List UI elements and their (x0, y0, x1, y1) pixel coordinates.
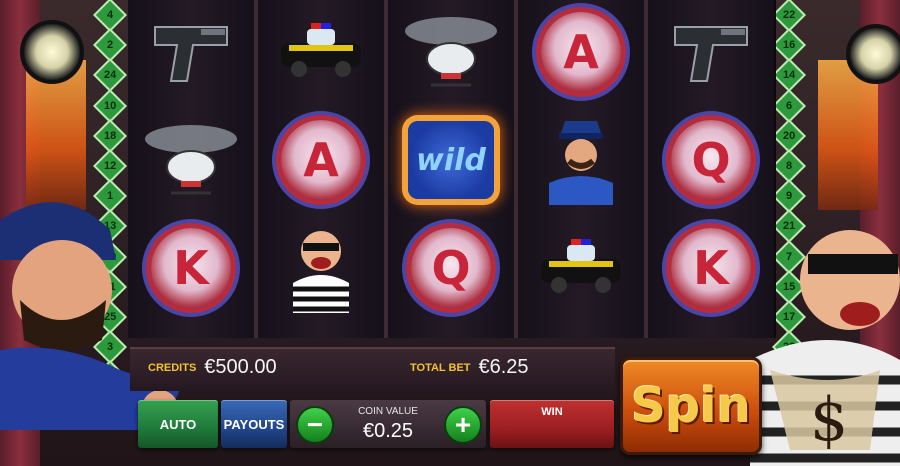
symbol-a: A (261, 108, 381, 212)
payline-number: 18 (103, 129, 117, 142)
credits-label: CREDITS (148, 361, 197, 374)
policeman-icon (549, 121, 613, 205)
win-display: WIN (490, 400, 614, 448)
letter-a-icon: A (281, 120, 361, 200)
spin-button[interactable]: Spin (620, 357, 762, 455)
payline-indicator[interactable]: 14 (772, 58, 806, 93)
symbol-wild: wild (391, 108, 511, 212)
symbol-a: A (521, 0, 641, 104)
total-bet-value: €6.25 (478, 356, 529, 378)
wild-badge-icon: wild (408, 121, 494, 199)
pistol-icon (154, 26, 228, 82)
payline-number: 14 (782, 69, 796, 82)
police-car-icon (281, 23, 361, 77)
payline-number: 2 (106, 39, 114, 52)
total-bet-display: TOTAL BET €6.25 (410, 356, 529, 379)
credits-value: €500.00 (204, 356, 277, 378)
payline-indicator[interactable]: 12 (93, 149, 127, 184)
reel-2: A (258, 0, 388, 338)
pistol-icon (674, 26, 748, 82)
payline-number: 4 (106, 9, 114, 22)
payline-number: 8 (785, 160, 793, 173)
payline-indicator[interactable]: 8 (772, 149, 806, 184)
svg-text:$: $ (810, 385, 848, 455)
credits-display: CREDITS €500.00 (148, 356, 277, 379)
spin-label: Spin (631, 378, 751, 434)
symbol-pistol (131, 0, 251, 104)
payline-indicator[interactable]: 20 (772, 118, 806, 153)
symbol-q: Q (391, 216, 511, 320)
reel-3: wild Q (388, 0, 518, 338)
letter-q-icon: Q (671, 120, 751, 200)
payline-indicator[interactable]: 24 (93, 58, 127, 93)
auto-button[interactable]: AUTO (138, 400, 218, 448)
symbol-robber (261, 216, 381, 320)
payline-number: 10 (103, 99, 117, 112)
police-car-icon (541, 239, 621, 293)
symbol-police-car (521, 216, 641, 320)
game-scene: 422410181211319112535 221614620892171517… (0, 0, 900, 466)
payline-indicator[interactable]: 6 (772, 88, 806, 123)
payline-number: 9 (785, 190, 793, 203)
symbol-pistol (651, 0, 771, 104)
payline-number: 12 (103, 160, 117, 173)
symbol-helicopter (391, 0, 511, 104)
coin-increase-button[interactable]: + (444, 406, 482, 444)
robber-icon (293, 231, 349, 313)
payline-number: 6 (785, 99, 793, 112)
symbol-police-car (261, 0, 381, 104)
letter-q-icon: Q (411, 228, 491, 308)
payline-indicator[interactable]: 18 (93, 118, 127, 153)
helicopter-icon (405, 17, 497, 87)
payline-indicator[interactable]: 10 (93, 88, 127, 123)
payline-number: 24 (103, 69, 117, 82)
payline-number: 22 (782, 9, 796, 22)
coin-value-panel: − COIN VALUE €0.25 + (290, 400, 486, 448)
symbol-policeman (521, 108, 641, 212)
reel-4: A (518, 0, 648, 338)
right-searchlight-icon (846, 24, 900, 84)
payline-number: 16 (782, 39, 796, 52)
payouts-button[interactable]: PAYOUTS (221, 400, 287, 448)
left-searchlight-icon (20, 20, 84, 84)
reels-area: K A wild Q A Q K (128, 0, 776, 338)
total-bet-label: TOTAL BET (410, 361, 471, 374)
symbol-q: Q (651, 108, 771, 212)
payline-number: 20 (782, 129, 796, 142)
letter-a-icon: A (541, 12, 621, 92)
